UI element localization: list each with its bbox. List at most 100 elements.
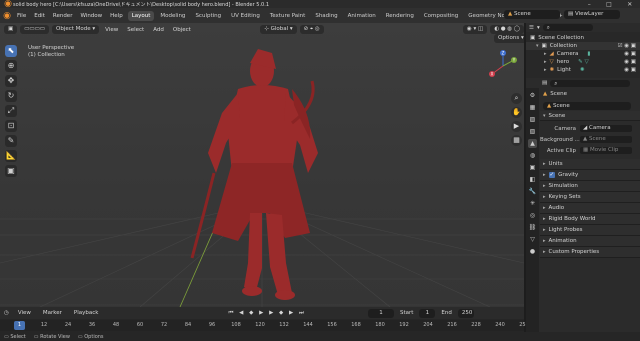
annotate-tool-icon[interactable]: ✎ (5, 135, 17, 147)
timeline-editor-icon[interactable]: ◷ (4, 310, 9, 316)
start-frame-field[interactable]: 1 (419, 308, 436, 318)
tab-uv-editing[interactable]: UV Editing (227, 11, 264, 21)
scene-datablock-field[interactable]: ▲ Scene (543, 101, 631, 110)
menu-render[interactable]: Render (50, 12, 76, 20)
outliner-item-light[interactable]: ▸ ✺ Light ✺ ◉ ▣ (526, 66, 640, 74)
pan-hand-icon[interactable]: ✋ (511, 107, 522, 118)
tab-compositing[interactable]: Compositing (420, 11, 462, 21)
constraints-tab-icon[interactable]: ⛓ (528, 223, 537, 232)
blender-menu-icon[interactable]: ◉ (2, 11, 12, 21)
minimize-button[interactable]: – (588, 1, 591, 8)
viewport-menu-object[interactable]: Object (170, 26, 194, 34)
menu-file[interactable]: File (14, 12, 29, 20)
tab-layout[interactable]: Layout (127, 10, 155, 21)
outliner-editor-icon[interactable]: ☰ (529, 25, 534, 31)
playhead[interactable]: 1 (14, 321, 25, 330)
camera-view-icon[interactable]: ▶ (511, 121, 522, 132)
tab-sculpting[interactable]: Sculpting (191, 11, 225, 21)
end-frame-field[interactable]: 250 (457, 308, 474, 318)
menu-edit[interactable]: Edit (31, 12, 48, 20)
current-frame-field[interactable]: 1 (367, 308, 394, 318)
camera-field[interactable]: ◢ Camera (580, 125, 632, 132)
scene-tab-icon[interactable]: ▲ (528, 139, 537, 148)
object-mode-dropdown[interactable]: Object Mode ▾ (52, 25, 100, 34)
add-cube-tool-icon[interactable]: ▣ (5, 165, 17, 177)
properties-search-input[interactable]: ⌕ (550, 79, 631, 87)
section-keying-sets[interactable]: ▸ Keying Sets (540, 192, 640, 203)
eye-icon[interactable]: ◉ ▣ (624, 59, 640, 65)
menu-help[interactable]: Help (107, 12, 126, 20)
scene-field[interactable]: ▲ Scene (504, 10, 560, 19)
options-dropdown[interactable]: Options ▾ (494, 34, 524, 43)
outliner-item-hero[interactable]: ▸ ▽ hero ✎ ▽ ◉ ▣ (526, 58, 640, 66)
world-tab-icon[interactable]: ◍ (528, 151, 537, 160)
tab-animation[interactable]: Animation (344, 11, 380, 21)
view-layer-tab-icon[interactable]: ▧ (528, 127, 537, 136)
visibility-buttons[interactable]: ◉ ▾ ◫ (462, 25, 488, 34)
tab-shading[interactable]: Shading (311, 11, 341, 21)
outliner-search-input[interactable]: ⌕ (542, 24, 593, 31)
rotate-tool-icon[interactable]: ↻ (5, 90, 17, 102)
viewport-menu-view[interactable]: View (102, 26, 121, 34)
editor-type-button[interactable]: ▣ (4, 25, 18, 34)
navigation-gizmo[interactable]: Z Y X (486, 49, 520, 83)
select-tool-icon[interactable]: ⬉ (5, 45, 17, 57)
active-clip-field[interactable]: ▦ Movie Clip (580, 147, 632, 154)
transform-orientation-dropdown[interactable]: ⊹ Global ▾ (260, 25, 297, 34)
gravity-checkbox[interactable]: ✓ (548, 172, 556, 178)
viewport-menu-add[interactable]: Add (150, 26, 167, 34)
transform-tool-icon[interactable]: ⊡ (5, 120, 17, 132)
3d-viewport[interactable]: ▣ ▭▭▭▭ Object Mode ▾ View Select Add Obj… (0, 23, 524, 307)
move-tool-icon[interactable]: ✥ (5, 75, 17, 87)
timeline-menu-view[interactable]: View (15, 309, 34, 317)
section-custom-properties[interactable]: ▸ Custom Properties (540, 247, 640, 258)
data-tab-icon[interactable]: ▽ (528, 235, 537, 244)
particles-tab-icon[interactable]: ✳ (528, 199, 537, 208)
timeline-menu-playback[interactable]: Playback (71, 309, 102, 317)
measure-tool-icon[interactable]: 📐 (5, 150, 17, 162)
section-gravity[interactable]: ▸ ✓ Gravity (540, 170, 640, 181)
outliner-item-camera[interactable]: ▸ ◢ Camera ▮ ◉ ▣ (526, 50, 640, 58)
close-button[interactable]: ✕ (627, 1, 632, 8)
material-tab-icon[interactable]: ● (528, 247, 537, 256)
hero-model[interactable] (208, 49, 318, 300)
properties-editor-icon[interactable]: ▤ (542, 80, 547, 86)
eye-icon[interactable]: ◉ ▣ (624, 51, 640, 57)
snapping-buttons[interactable]: ⊘ ⌖ ◎ (299, 25, 324, 34)
physics-tab-icon[interactable]: ◎ (528, 211, 537, 220)
chevron-down-icon[interactable]: ▾ (536, 43, 539, 49)
section-units[interactable]: ▸ Units (540, 159, 640, 170)
tab-texture-paint[interactable]: Texture Paint (266, 11, 310, 21)
timeline-menu-marker[interactable]: Marker (40, 309, 65, 317)
render-tab-icon[interactable]: ▦ (528, 103, 537, 112)
outliner-item-collection[interactable]: ▾ ▣ Collection ☑ ◉ ▣ (526, 42, 640, 50)
section-audio[interactable]: ▸ Audio (540, 203, 640, 214)
tab-rendering[interactable]: Rendering (382, 11, 418, 21)
section-light-probes[interactable]: ▸ Light Probes (540, 225, 640, 236)
section-animation[interactable]: ▸ Animation (540, 236, 640, 247)
object-tab-icon[interactable]: ◧ (528, 175, 537, 184)
maximize-button[interactable]: □ (606, 1, 612, 8)
section-simulation[interactable]: ▸ Simulation (540, 181, 640, 192)
viewlayer-field[interactable]: ▤ ViewLayer (564, 10, 620, 19)
cursor-tool-icon[interactable]: ⊕ (5, 60, 17, 72)
scale-tool-icon[interactable]: ⤢ (5, 105, 17, 117)
section-scene[interactable]: ▾ Scene (540, 111, 640, 121)
background-field[interactable]: ▲ Scene (580, 136, 632, 143)
grid-ortho-icon[interactable]: ▦ (511, 135, 522, 146)
modifier-tab-icon[interactable]: 🔧 (528, 187, 537, 196)
tool-tab-icon[interactable]: ⚙ (528, 91, 537, 100)
playback-controls[interactable]: ⏮ ◀ ◆ ▶ ▶ ◆ ▶ ⏭ (228, 310, 306, 317)
section-rigid-body-world[interactable]: ▸ Rigid Body World (540, 214, 640, 225)
collection-tab-icon[interactable]: ▣ (528, 163, 537, 172)
menu-window[interactable]: Window (77, 12, 105, 20)
eye-icon[interactable]: ◉ ▣ (624, 67, 640, 73)
chevron-right-icon[interactable]: ▸ (544, 51, 547, 57)
filter-icon[interactable]: ▾ (537, 25, 540, 31)
outliner-item-scene-collection[interactable]: ▣ Scene Collection (526, 34, 640, 42)
tab-modeling[interactable]: Modeling (156, 11, 189, 21)
shading-buttons[interactable]: ◐ ● ◍ ◯ (490, 25, 524, 34)
viewport-menu-select[interactable]: Select (124, 26, 147, 34)
select-mode-buttons[interactable]: ▭▭▭▭ (20, 25, 49, 34)
visibility-toggles[interactable]: ☑ ◉ ▣ (618, 43, 640, 49)
